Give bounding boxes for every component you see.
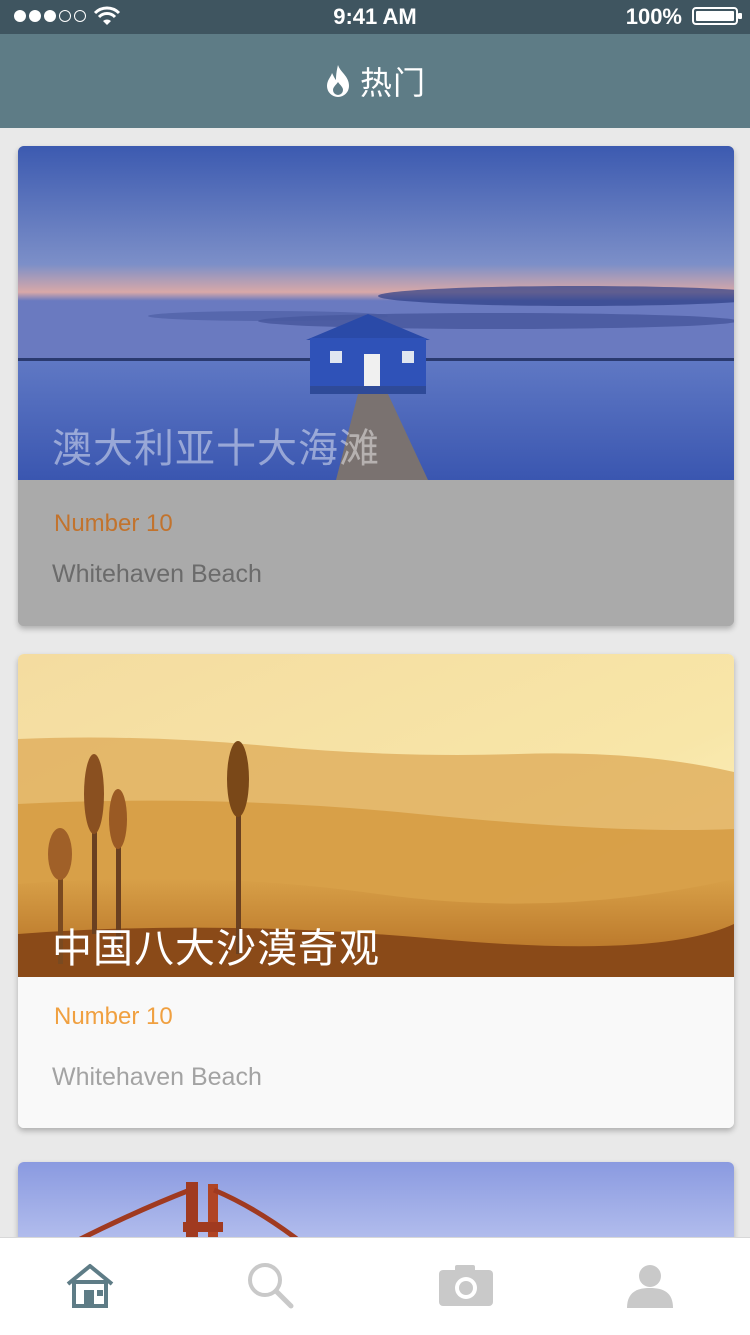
battery-percentage: 100% (625, 4, 682, 29)
tab-bar (0, 1237, 750, 1335)
camera-icon (439, 1265, 493, 1306)
home-icon (66, 1264, 114, 1308)
status-bar: 9:41 AM 100% (0, 0, 750, 34)
card-image: 澳大利亚十大海滩 (18, 146, 734, 480)
card-info: Number 10 Whitehaven Beach (18, 977, 734, 1128)
card-info: Number 10 Whitehaven Beach (18, 480, 734, 626)
battery-icon (692, 7, 742, 25)
tab-camera[interactable] (436, 1258, 496, 1312)
tab-home[interactable] (60, 1258, 120, 1312)
flame-icon (326, 65, 349, 97)
card-image-title: 澳大利亚十大海滩 (52, 427, 380, 471)
card-image: 中国八大沙漠奇观 (18, 654, 734, 977)
card-number: Number 10 (54, 1003, 173, 1030)
article-card[interactable]: 中国八大沙漠奇观 Number 10 Whitehaven Beach (18, 654, 734, 1128)
card-number: Number 10 (54, 510, 173, 537)
search-icon (248, 1263, 294, 1309)
card-name: Whitehaven Beach (52, 1063, 262, 1091)
card-name: Whitehaven Beach (52, 560, 262, 588)
user-icon (627, 1265, 673, 1308)
page-title: 热门 (359, 65, 426, 101)
article-card[interactable]: 澳大利亚十大海滩 Number 10 Whitehaven Beach (18, 146, 734, 626)
nav-bar: 热门 (0, 34, 750, 128)
card-image-title: 中国八大沙漠奇观 (52, 927, 380, 971)
tab-search[interactable] (240, 1258, 300, 1312)
tab-profile[interactable] (620, 1258, 680, 1312)
